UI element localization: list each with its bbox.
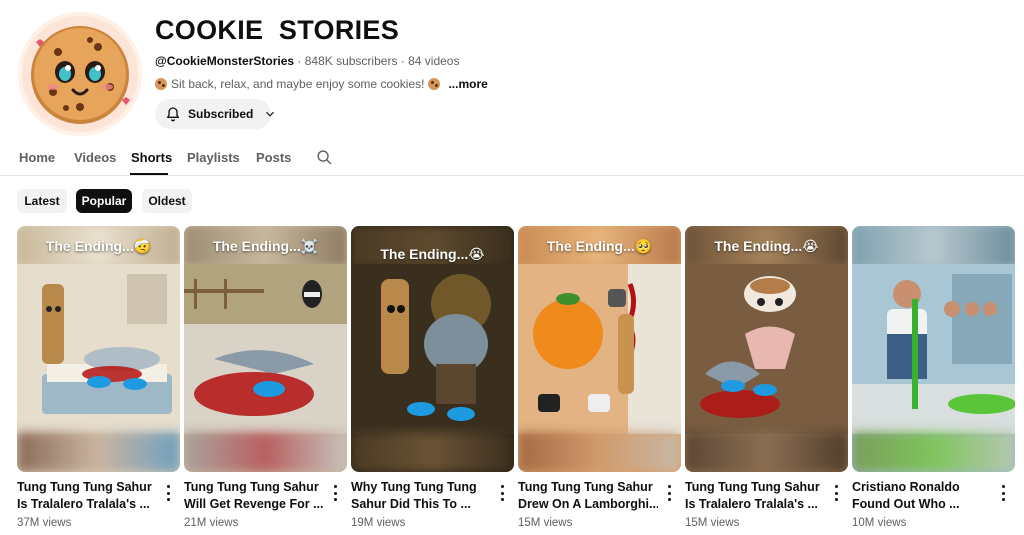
view-count: 19M views [351, 517, 406, 529]
thumbnail-caption: The Ending...🥺 [546, 238, 653, 254]
bell-icon [167, 107, 179, 122]
thumbnail-caption: The Ending...☠️ [212, 238, 319, 254]
short-thumbnail[interactable] [852, 226, 1015, 472]
thumbnail-caption: The Ending...😭 [714, 238, 819, 254]
chip-oldest[interactable]: Oldest [142, 189, 192, 213]
channel-stats: · 848K subscribers · 84 videos [294, 54, 460, 68]
more-options-icon[interactable] [831, 485, 841, 501]
channel-avatar[interactable] [18, 12, 142, 136]
short-card[interactable]: The Ending...☠️ Tung Tung Tung Sahur Will… [184, 226, 347, 529]
chip-popular[interactable]: Popular [76, 189, 132, 213]
video-title[interactable]: Tung Tung Tung Sahur Is Tralalero Tralala… [17, 479, 157, 513]
video-title[interactable]: Tung Tung Tung Sahur Will Get Revenge For… [184, 479, 324, 513]
channel-handle[interactable]: @CookieMonsterStories [155, 54, 294, 68]
more-options-icon[interactable] [330, 485, 340, 501]
tab-videos[interactable]: Videos [74, 150, 116, 165]
short-thumbnail[interactable]: The Ending...😭 [351, 226, 514, 472]
thumbnail-scene [518, 264, 681, 434]
active-tab-indicator [130, 173, 168, 175]
more-options-icon[interactable] [998, 485, 1008, 501]
short-card[interactable]: The Ending...🤕 Tung Tung Tung Sahur Is Tr… [17, 226, 180, 529]
cookie-icon [155, 78, 167, 90]
view-count: 15M views [685, 517, 740, 529]
thumbnail-scene [685, 264, 848, 434]
short-card[interactable]: The Ending...😭 Why Tung Tung Tung Sahur D… [351, 226, 514, 529]
more-options-icon[interactable] [497, 485, 507, 501]
short-card[interactable]: The Ending...🥺 Tung Tung Tung Sahur Drew … [518, 226, 681, 529]
short-thumbnail[interactable]: The Ending...😭 [685, 226, 848, 472]
channel-name: COOKIE STORIES [155, 15, 400, 45]
tab-posts[interactable]: Posts [256, 150, 291, 165]
cookie-icon [428, 78, 441, 90]
thumbnail-scene [852, 264, 1015, 434]
thumbnail-caption: The Ending...😭 [380, 246, 485, 262]
short-thumbnail[interactable]: The Ending...☠️ [184, 226, 347, 472]
more-options-icon[interactable] [664, 485, 674, 501]
more-options-icon[interactable] [163, 485, 173, 501]
view-count: 37M views [17, 517, 72, 529]
cookie-face-icon [22, 16, 138, 132]
more-link[interactable]: ...more [448, 77, 487, 91]
subscribed-button[interactable]: Subscribed [155, 99, 275, 129]
search-icon[interactable] [316, 149, 333, 171]
thumbnail-scene [351, 264, 514, 434]
thumbnail-caption: The Ending...🤕 [45, 238, 152, 254]
view-count: 21M views [184, 517, 239, 529]
thumbnail-scene [184, 264, 347, 434]
view-count: 15M views [518, 517, 573, 529]
short-card[interactable]: The Ending...😭 Tung Tung Tung Sahur Is Tr… [685, 226, 848, 529]
tab-shorts[interactable]: Shorts [131, 150, 172, 165]
thumbnail-scene [17, 264, 180, 434]
video-title[interactable]: Tung Tung Tung Sahur Is Tralalero Tralala… [685, 479, 825, 513]
channel-description[interactable]: Sit back, relax, and maybe enjoy some co… [155, 77, 488, 91]
tab-playlists[interactable]: Playlists [187, 150, 240, 165]
short-card[interactable]: Cristiano Ronaldo Found Out Who ... 10M v… [852, 226, 1015, 529]
chip-latest[interactable]: Latest [17, 189, 67, 213]
subscribed-label: Subscribed [188, 107, 254, 121]
channel-tabs: Home Videos Shorts Playlists Posts [0, 140, 1024, 176]
view-count: 10M views [852, 517, 907, 529]
tab-home[interactable]: Home [19, 150, 55, 165]
video-title[interactable]: Why Tung Tung Tung Sahur Did This To ... [351, 479, 491, 513]
short-thumbnail[interactable]: The Ending...🤕 [17, 226, 180, 472]
video-title[interactable]: Cristiano Ronaldo Found Out Who ... [852, 479, 992, 513]
channel-meta: @CookieMonsterStories · 848K subscribers… [155, 54, 459, 68]
description-text: Sit back, relax, and maybe enjoy some co… [171, 77, 425, 91]
short-thumbnail[interactable]: The Ending...🥺 [518, 226, 681, 472]
video-title[interactable]: Tung Tung Tung Sahur Drew On A Lamborghi.… [518, 479, 658, 513]
chevron-down-icon [266, 111, 275, 117]
